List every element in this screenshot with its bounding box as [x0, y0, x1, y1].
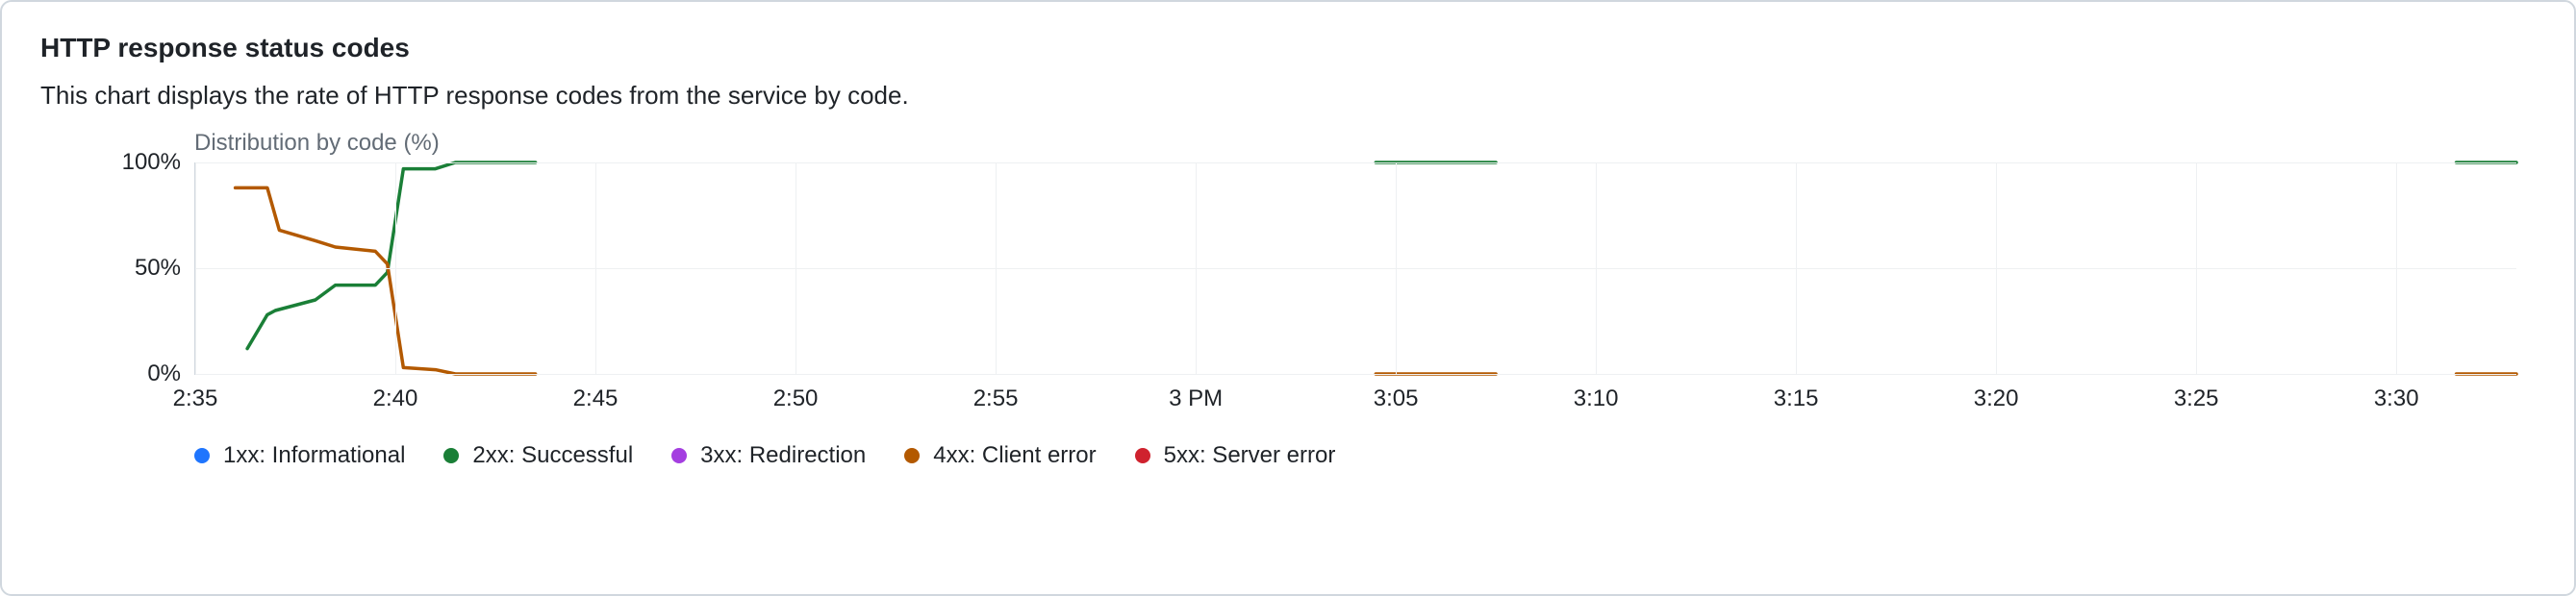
- y-tick-label: 0%: [89, 360, 181, 387]
- x-tick-label: 3:30: [2374, 385, 2419, 412]
- legend-label: 5xx: Server error: [1164, 442, 1336, 469]
- legend-swatch: [1135, 448, 1150, 463]
- card-title: HTTP response status codes: [40, 33, 2536, 63]
- x-tick-label: 3:15: [1774, 385, 1819, 412]
- legend-swatch: [904, 448, 920, 463]
- x-gridline: [2396, 162, 2397, 374]
- y-tick-label: 50%: [89, 255, 181, 282]
- chart-card: HTTP response status codes This chart di…: [0, 0, 2576, 596]
- legend-swatch: [194, 448, 210, 463]
- x-gridline: [1996, 162, 1997, 374]
- legend: 1xx: Informational 2xx: Successful 3xx: Re…: [194, 442, 2536, 469]
- legend-item[interactable]: 2xx: Successful: [443, 442, 633, 469]
- legend-label: 3xx: Redirection: [700, 442, 866, 469]
- y-gridline: [195, 268, 2516, 269]
- x-tick-label: 2:55: [973, 385, 1019, 412]
- x-tick-label: 3:20: [1974, 385, 2019, 412]
- legend-swatch: [443, 448, 459, 463]
- legend-item[interactable]: 3xx: Redirection: [671, 442, 866, 469]
- y-gridline: [195, 162, 2516, 163]
- legend-label: 2xx: Successful: [472, 442, 633, 469]
- x-gridline: [195, 162, 196, 374]
- y-tick-label: 100%: [89, 149, 181, 176]
- x-tick-label: 3:25: [2174, 385, 2219, 412]
- chart-axis-title: Distribution by code (%): [194, 130, 2536, 157]
- legend-swatch: [671, 448, 687, 463]
- legend-item[interactable]: 4xx: Client error: [904, 442, 1096, 469]
- legend-label: 1xx: Informational: [223, 442, 405, 469]
- x-tick-label: 3:10: [1574, 385, 1619, 412]
- x-gridline: [1396, 162, 1397, 374]
- y-gridline: [195, 374, 2516, 375]
- x-tick-label: 3:05: [1374, 385, 1419, 412]
- x-gridline: [1196, 162, 1197, 374]
- series-line: [236, 187, 536, 374]
- x-gridline: [1596, 162, 1597, 374]
- x-tick-label: 3 PM: [1169, 385, 1223, 412]
- card-subtitle: This chart displays the rate of HTTP res…: [40, 81, 2536, 111]
- legend-item[interactable]: 5xx: Server error: [1135, 442, 1336, 469]
- x-gridline: [2196, 162, 2197, 374]
- plot-area[interactable]: 0%50%100%2:352:402:452:502:553 PM3:053:1…: [194, 162, 2516, 375]
- legend-item[interactable]: 1xx: Informational: [194, 442, 405, 469]
- series-line: [247, 162, 536, 349]
- x-tick-label: 2:40: [373, 385, 418, 412]
- chart-container: Distribution by code (%) 0%50%100%2:352:…: [40, 130, 2536, 469]
- x-gridline: [1796, 162, 1797, 374]
- x-tick-label: 2:45: [573, 385, 619, 412]
- x-gridline: [996, 162, 997, 374]
- x-tick-label: 2:35: [173, 385, 218, 412]
- legend-label: 4xx: Client error: [933, 442, 1096, 469]
- x-gridline: [395, 162, 396, 374]
- x-tick-label: 2:50: [773, 385, 819, 412]
- x-gridline: [595, 162, 596, 374]
